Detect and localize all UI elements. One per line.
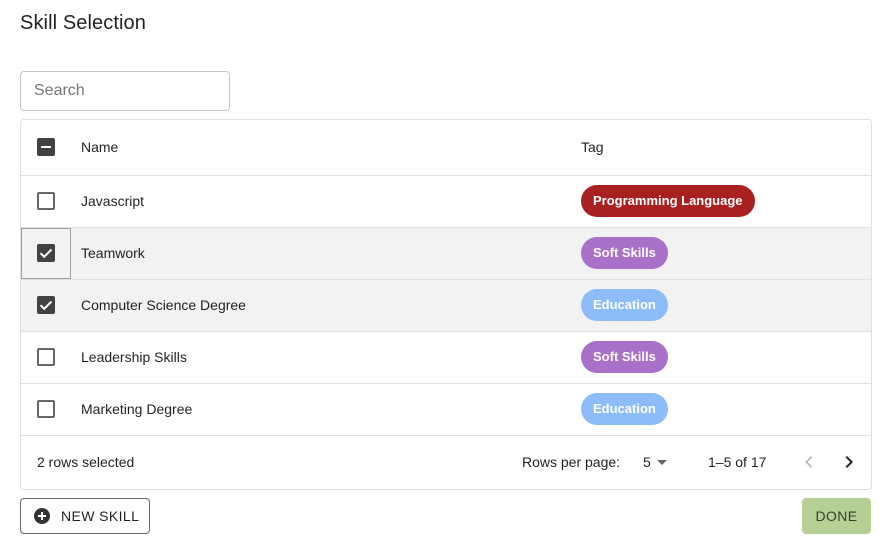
done-button[interactable]: DONE [802, 498, 871, 534]
row-checkbox-cell[interactable] [21, 176, 71, 227]
chevron-right-icon [845, 456, 853, 468]
row-checkbox[interactable] [37, 244, 55, 262]
skills-table: Name Tag Javascript Programming Language… [20, 119, 872, 490]
skill-name: Marketing Degree [81, 401, 193, 417]
table-row[interactable]: Teamwork Soft Skills [21, 228, 871, 280]
next-page-button[interactable] [833, 446, 865, 478]
add-circle-icon [34, 508, 50, 524]
table-header: Name Tag [21, 120, 871, 176]
table-row[interactable]: Javascript Programming Language [21, 176, 871, 228]
page-title: Skill Selection [20, 12, 147, 34]
search-input[interactable] [21, 72, 214, 110]
table-row[interactable]: Marketing Degree Education [21, 384, 871, 436]
row-checkbox-cell[interactable] [21, 384, 71, 435]
table-row[interactable]: Computer Science Degree Education [21, 280, 871, 332]
column-header-name[interactable]: Name [81, 139, 118, 155]
select-all-checkbox[interactable] [37, 138, 55, 156]
indeterminate-icon [41, 146, 51, 148]
tag-chip: Education [581, 289, 668, 321]
tag-chip: Soft Skills [581, 341, 668, 373]
row-checkbox-cell[interactable] [21, 280, 71, 331]
tag-chip: Soft Skills [581, 237, 668, 269]
search-field[interactable] [20, 71, 230, 111]
skill-name: Leadership Skills [81, 349, 187, 365]
table-row[interactable]: Leadership Skills Soft Skills [21, 332, 871, 384]
row-checkbox[interactable] [37, 296, 55, 314]
chevron-left-icon [805, 456, 813, 468]
row-checkbox[interactable] [37, 400, 55, 418]
row-checkbox-cell[interactable] [21, 228, 71, 279]
pagination-range: 1–5 of 17 [708, 454, 767, 470]
row-checkbox-cell[interactable] [21, 332, 71, 383]
rows-per-page-select[interactable]: 5 [637, 446, 673, 478]
table-footer: 2 rows selected Rows per page: 5 1–5 of … [21, 436, 871, 489]
done-label: DONE [815, 508, 858, 524]
tag-chip: Programming Language [581, 185, 755, 217]
row-checkbox[interactable] [37, 348, 55, 366]
skill-name: Javascript [81, 193, 145, 209]
rows-per-page-label: Rows per page: [522, 454, 621, 470]
check-icon [39, 300, 53, 311]
row-checkbox[interactable] [37, 192, 55, 210]
rows-per-page-value: 5 [643, 454, 651, 470]
header-checkbox-cell[interactable] [21, 120, 71, 171]
new-skill-button[interactable]: NEW SKILL [20, 498, 150, 534]
check-icon [39, 248, 53, 259]
skill-name: Teamwork [81, 245, 145, 261]
new-skill-label: NEW SKILL [61, 508, 140, 524]
column-header-tag[interactable]: Tag [581, 139, 604, 155]
skill-name: Computer Science Degree [81, 297, 246, 313]
dropdown-arrow-icon [657, 460, 667, 465]
tag-chip: Education [581, 393, 668, 425]
selected-count: 2 rows selected [37, 454, 135, 470]
previous-page-button[interactable] [793, 446, 825, 478]
